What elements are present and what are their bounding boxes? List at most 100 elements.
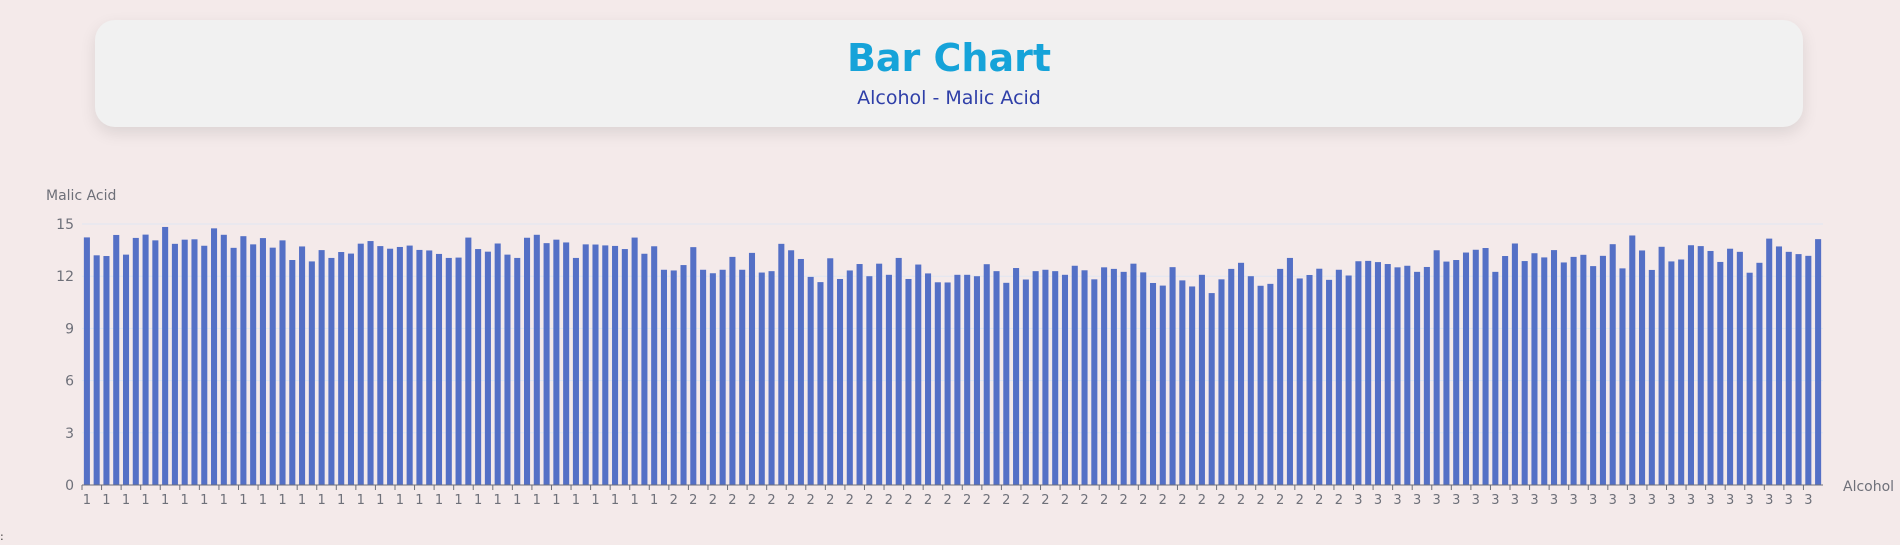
bar <box>758 272 765 485</box>
bar <box>778 243 785 485</box>
bar <box>1560 262 1567 485</box>
bar <box>1071 265 1078 485</box>
bar <box>1717 261 1724 485</box>
x-tick-label: 2 <box>1256 493 1264 508</box>
x-tick-label: 1 <box>259 493 267 508</box>
x-tick-label: 1 <box>454 493 462 508</box>
bar <box>543 243 550 485</box>
bar <box>768 271 775 485</box>
x-tick-label: 2 <box>670 493 678 508</box>
bar <box>1502 256 1509 485</box>
bar <box>905 278 912 485</box>
bar <box>1462 252 1470 485</box>
x-tick-label: 3 <box>1609 493 1617 508</box>
x-tick-label: 3 <box>1393 493 1401 508</box>
bar <box>1541 257 1548 485</box>
bar <box>1228 268 1235 485</box>
bar <box>1179 280 1186 485</box>
bar <box>1267 283 1274 485</box>
bar <box>739 269 746 485</box>
bar <box>1003 282 1010 485</box>
x-tick-label: 3 <box>1354 493 1362 508</box>
bar <box>1727 248 1734 485</box>
bar <box>475 249 482 485</box>
bar <box>1198 274 1205 485</box>
x-tick-label: 2 <box>1178 493 1186 508</box>
y-tick-label: 9 <box>65 321 74 337</box>
bar <box>103 256 110 485</box>
x-tick-label: 2 <box>767 493 775 508</box>
x-tick-label: 1 <box>435 493 443 508</box>
bar <box>347 253 355 485</box>
bar <box>563 242 570 485</box>
bar <box>592 244 599 485</box>
bar <box>211 228 218 485</box>
bar <box>318 250 325 485</box>
bar <box>582 244 589 485</box>
bar <box>240 236 247 485</box>
x-tick-label: 3 <box>1726 493 1734 508</box>
bar <box>895 257 902 485</box>
x-tick-label: 1 <box>200 493 208 508</box>
bar <box>504 254 511 485</box>
bar <box>670 270 677 485</box>
bar <box>1648 269 1655 485</box>
x-tick-label: 1 <box>278 493 286 508</box>
bar <box>680 265 687 485</box>
bar <box>1110 268 1117 485</box>
bar <box>1032 271 1039 485</box>
bar <box>1374 262 1382 485</box>
bar <box>836 278 844 485</box>
bar <box>1130 263 1137 485</box>
bar <box>426 250 433 485</box>
bar <box>514 257 521 485</box>
bar <box>1766 238 1773 485</box>
bar <box>142 234 149 485</box>
y-tick-label: 15 <box>56 217 74 233</box>
x-tick-label: 2 <box>826 493 834 508</box>
bar <box>533 234 540 485</box>
bar <box>387 248 394 485</box>
x-tick-label: 2 <box>924 493 932 508</box>
bar <box>621 249 628 485</box>
x-tick-label: 3 <box>1628 493 1636 508</box>
bar <box>230 247 237 485</box>
x-tick-label: 3 <box>1569 493 1577 508</box>
bar <box>1081 270 1088 485</box>
x-tick-label: 3 <box>1472 493 1480 508</box>
bar <box>1101 267 1108 485</box>
x-tick-label: 2 <box>709 493 717 508</box>
x-tick-label: 3 <box>1746 493 1754 508</box>
bar <box>1805 255 1812 485</box>
x-tick-label: 2 <box>728 493 736 508</box>
bar <box>93 255 100 485</box>
bar <box>700 269 707 485</box>
bar <box>1169 267 1176 485</box>
bar <box>1521 261 1528 485</box>
bar <box>651 246 658 485</box>
x-tick-label: 1 <box>376 493 384 508</box>
bar <box>1785 251 1792 485</box>
x-tick-label: 1 <box>102 493 110 508</box>
x-tick-label: 1 <box>298 493 306 508</box>
x-tick-label: 2 <box>1100 493 1108 508</box>
bar <box>201 245 208 485</box>
y-tick-label: 3 <box>65 426 74 442</box>
bar <box>1394 267 1401 485</box>
y-tick-label: 0 <box>65 478 74 494</box>
x-tick-label: 2 <box>1002 493 1010 508</box>
bar <box>1443 261 1450 485</box>
y-tick-label: 12 <box>56 269 74 285</box>
bar <box>1326 279 1333 485</box>
x-tick-label: 1 <box>122 493 130 508</box>
bar <box>377 246 384 485</box>
bar <box>1433 250 1440 485</box>
bar <box>259 238 266 485</box>
x-tick-label: 3 <box>1648 493 1656 508</box>
bar <box>964 274 971 485</box>
bar <box>1511 243 1518 485</box>
bar <box>1247 276 1254 485</box>
bar <box>357 243 364 485</box>
bar <box>1531 253 1538 485</box>
bar <box>1218 279 1225 485</box>
